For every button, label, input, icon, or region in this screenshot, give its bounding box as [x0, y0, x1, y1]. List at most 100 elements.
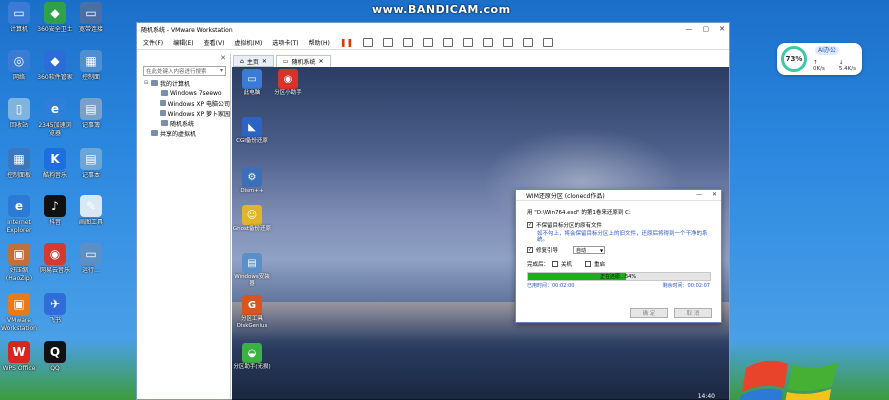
snapshot-icon[interactable]	[383, 38, 394, 47]
guest-desktop-icon[interactable]: ◒ 分区助手(无损)	[232, 343, 272, 371]
menu-view[interactable]: 查看(V)	[204, 38, 225, 47]
desktop-icon[interactable]: Q QQ	[36, 341, 74, 373]
fix-boot-checkbox[interactable]: ✓	[527, 247, 533, 253]
keep-files-checkbox[interactable]: ✓	[527, 222, 533, 228]
desktop-icon[interactable]: ▭ 计算机	[0, 2, 38, 34]
progress-text: 正在还原…54%	[600, 274, 637, 280]
chevron-down-icon: ▼	[599, 247, 604, 253]
tiktok-icon: ♪	[44, 195, 66, 217]
library-tree-item[interactable]: Windows 7seewo	[139, 88, 230, 98]
minimize-icon[interactable]: —	[696, 191, 702, 198]
netease-music-icon: ◉	[44, 243, 66, 265]
guest-desktop-icon[interactable]: ◣ CGI备份还原	[232, 117, 272, 145]
library-close-icon[interactable]: ✕	[220, 54, 226, 64]
guest-desktop-icon[interactable]: ▭ 此电脑	[232, 69, 272, 97]
ai-office-badge[interactable]: AI办公	[815, 46, 839, 55]
library-tree-label: 我的计算机	[160, 80, 191, 88]
library-tree-item[interactable]: Windows XP 萝卜家园	[139, 108, 230, 118]
desktop-icon[interactable]: ▣ VMware Workstation	[0, 293, 38, 333]
menu-edit[interactable]: 编辑(E)	[173, 38, 193, 47]
library-tree-item[interactable]: 共享的虚拟机	[139, 128, 230, 138]
revert-snapshot-icon[interactable]	[403, 38, 414, 47]
library-tree-item[interactable]: ⊟ 我的计算机	[139, 78, 230, 88]
guest-desktop-icon[interactable]: G 分区工具DiskGenius	[232, 295, 272, 330]
desktop-icon[interactable]: ▯ 回收站	[0, 98, 38, 130]
desktop-icon[interactable]: ♪ 抖音	[36, 195, 74, 227]
pause-icon[interactable]: ❚❚	[340, 38, 353, 47]
library-tree: ⊟ 我的计算机 Windows 7seewo Windows XP 电脑公司 Windo…	[139, 78, 230, 138]
restore-progress-bar: 正在还原…54%	[527, 272, 711, 281]
desktop-icon[interactable]: ◉ 网易云音乐	[36, 243, 74, 275]
guest-desktop-icon[interactable]: ⚙ Dism++	[232, 167, 272, 195]
wim-title: WIM还原分区 (clonecd作品)	[526, 192, 605, 200]
shutdown-checkbox[interactable]	[552, 261, 559, 267]
tab-random-system[interactable]: ▭ 随机系统 ✕	[275, 55, 331, 67]
vmware-title-bar: 随机系统 - VMware Workstation — ▢ ✕	[137, 23, 729, 36]
snapshot-manager-icon[interactable]	[423, 38, 434, 47]
show-library-icon[interactable]	[443, 38, 454, 47]
desktop-icon[interactable]: ▤ 记事簿	[72, 98, 110, 130]
ok-button[interactable]: 确 定	[630, 308, 668, 318]
desktop-icon[interactable]: ▦ 控制面	[72, 50, 110, 82]
thumbnail-icon[interactable]	[463, 38, 474, 47]
close-icon[interactable]: ✕	[712, 191, 717, 198]
boot-mode-select[interactable]: 自动 ▼	[573, 246, 606, 254]
wps-icon: W	[8, 341, 30, 363]
guest-desktop-icon[interactable]: ☺ Ghost备份还原	[232, 205, 272, 233]
close-icon[interactable]: ✕	[262, 58, 267, 65]
guest-screen[interactable]: ▭ 此电脑 ◉ 分区小助手 ◣ CGI备份还原 ⚙ Dism++ ☺ Ghost备份还原 ▤ Wind…	[232, 67, 729, 399]
remaining-time: 剩余时间：00:02:07	[662, 283, 710, 289]
library-tree-item[interactable]: Windows XP 电脑公司	[139, 98, 230, 108]
network-speed-widget[interactable]: 73% AI办公 ↑ 0K/s ↓ 5.4K/s	[777, 43, 862, 75]
close-icon[interactable]: ✕	[719, 25, 725, 33]
shutdown-label: 关机	[561, 262, 573, 268]
close-icon[interactable]: ✕	[319, 58, 324, 65]
desktop-icon[interactable]: e Internet Explorer	[0, 195, 38, 235]
desktop-icon[interactable]: ▣ 好压缩(HaoZip)	[0, 243, 38, 283]
vmware-title: 随机系统 - VMware Workstation	[141, 27, 233, 34]
desktop-icon[interactable]: K 酷狗音乐	[36, 148, 74, 180]
guest-icon-label: Windows安装器	[234, 274, 270, 287]
desktop-icon-label: QQ	[50, 365, 60, 372]
paint-icon: ✎	[80, 195, 102, 217]
library-tree-item[interactable]: 随机系统	[139, 118, 230, 128]
console-view-icon[interactable]	[523, 38, 534, 47]
vm-icon	[159, 100, 166, 106]
send-ctrl-alt-del-icon[interactable]	[363, 38, 374, 47]
vm-icon	[161, 90, 168, 96]
maximize-icon[interactable]: ▢	[703, 25, 710, 33]
guest-desktop-icon[interactable]: ▤ Windows安装器	[232, 253, 272, 288]
guest-desktop-icon[interactable]: ◉ 分区小助手	[268, 69, 308, 97]
library-tree-label: Windows XP 萝卜家园	[167, 110, 230, 118]
menu-file[interactable]: 文件(F)	[143, 38, 163, 47]
cancel-button[interactable]: 取 消	[674, 308, 712, 318]
chevron-down-icon[interactable]: ▾	[220, 67, 223, 74]
bandicam-watermark: www.BANDICAM.com	[372, 3, 511, 16]
desktop-icon[interactable]: ▭ 运行…	[72, 243, 110, 275]
full-screen-icon[interactable]	[483, 38, 494, 47]
guest-icon-label: 分区小助手	[274, 90, 302, 96]
desktop-icon[interactable]: ▦ 控制面板	[0, 148, 38, 180]
restart-checkbox[interactable]	[585, 261, 592, 267]
unity-icon[interactable]	[503, 38, 514, 47]
desktop-icon[interactable]: ▤ 记事本	[72, 148, 110, 180]
desktop-icon-label: 飞书	[48, 317, 61, 324]
tree-toggle-icon[interactable]: ⊟	[143, 80, 149, 86]
menu-vm[interactable]: 虚拟机(M)	[234, 38, 262, 47]
desktop-icon-label: WPS Office	[2, 365, 36, 372]
stretch-guest-icon[interactable]	[543, 38, 554, 47]
menu-help[interactable]: 帮助(H)	[309, 38, 330, 47]
minimize-icon[interactable]: —	[686, 25, 693, 33]
desktop-icon[interactable]: ▭ 宽带连接	[72, 2, 110, 34]
library-search-input[interactable]: 在此处键入内容进行搜索 ▾	[143, 66, 226, 76]
notepad-icon: ▤	[80, 148, 102, 170]
desktop-icon[interactable]: ◆ 360软件管家	[36, 50, 74, 82]
desktop-icon[interactable]: ✎ 画图工具	[72, 195, 110, 227]
desktop-icon[interactable]: ◆ 360安全卫士	[36, 2, 74, 34]
tab-home[interactable]: ⌂ 主页 ✕	[233, 55, 274, 67]
menu-tabs[interactable]: 选项卡(T)	[272, 38, 298, 47]
desktop-icon[interactable]: ✈ 飞书	[36, 293, 74, 325]
desktop-icon[interactable]: ◎ 网络	[0, 50, 38, 82]
desktop-icon[interactable]: W WPS Office	[0, 341, 38, 373]
desktop-icon[interactable]: e 2345加速浏览器	[36, 98, 74, 138]
